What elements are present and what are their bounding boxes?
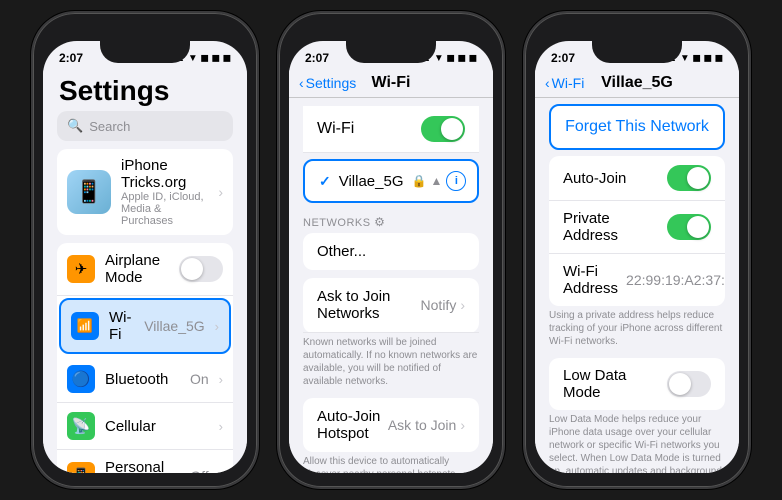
- network-checkmark: ✓: [319, 173, 331, 190]
- lock-icon: 🔒: [412, 174, 427, 188]
- wifi-row[interactable]: 📶 Wi-Fi Villae_5G ›: [59, 298, 231, 354]
- wifi-back-label: Settings: [306, 75, 357, 91]
- low-data-row[interactable]: Low Data Mode: [549, 358, 725, 410]
- detail-nav-title: Villae_5G: [601, 74, 673, 92]
- ask-join-value: Notify: [421, 297, 457, 313]
- auto-join-detail-toggle[interactable]: [667, 165, 711, 191]
- search-bar[interactable]: 🔍 Search: [57, 111, 233, 141]
- apple-id-sub: Apple ID, iCloud, Media & Purchases: [121, 191, 208, 227]
- bluetooth-chevron: ›: [219, 372, 223, 387]
- notch-2: [346, 41, 436, 63]
- low-data-desc: Low Data Mode helps reduce your iPhone d…: [535, 410, 739, 473]
- phone-settings: 2:07 ▲ ▼ ◼ ◼ ◼ Settings 🔍 Search 📱 iPhon…: [31, 11, 259, 489]
- network-name: Villae_5G: [339, 173, 404, 190]
- search-icon: 🔍: [67, 118, 83, 134]
- wifi-nav-title: Wi-Fi: [372, 74, 411, 92]
- cellular-icon: 📡: [67, 412, 95, 440]
- wifi-chevron: ›: [215, 319, 219, 334]
- wifi-screen: ‹ Settings Wi-Fi Wi-Fi ✓ Villae_5G 🔒 ▲: [289, 69, 493, 473]
- phone-wifi: 2:07 ▲ ▼ ◼ ◼ ◼ ‹ Settings Wi-Fi Wi-Fi ✓ …: [277, 11, 505, 489]
- wifi-main-toggle[interactable]: [421, 116, 465, 142]
- airplane-toggle[interactable]: [179, 256, 223, 282]
- wifi-addr-label: Wi-Fi Address: [563, 263, 618, 297]
- search-placeholder: Search: [89, 119, 130, 134]
- hotspot-label: Personal Hotspot: [105, 459, 180, 473]
- hotspot-value: Off: [190, 468, 208, 473]
- ask-join-desc: Known networks will be joined automatica…: [289, 333, 493, 394]
- private-addr-label: Private Address: [563, 210, 659, 244]
- time-1: 2:07: [59, 51, 83, 65]
- wifi-signal-icon: ▲: [430, 174, 442, 188]
- wifi-network-row[interactable]: ✓ Villae_5G 🔒 ▲ i: [303, 159, 479, 203]
- settings-screen: Settings 🔍 Search 📱 iPhone Tricks.org Ap…: [43, 69, 247, 473]
- networks-header: NETWORKS ⚙: [289, 209, 493, 233]
- wifi-label: Wi-Fi: [109, 309, 134, 343]
- cellular-chevron: ›: [219, 419, 223, 434]
- private-addr-row[interactable]: Private Address: [549, 201, 725, 254]
- forget-label: Forget This Network: [565, 118, 709, 135]
- notch-3: [592, 41, 682, 63]
- apple-id-name: iPhone Tricks.org: [121, 157, 208, 191]
- airplane-icon: ✈: [67, 255, 95, 283]
- apple-id-row[interactable]: 📱 iPhone Tricks.org Apple ID, iCloud, Me…: [57, 149, 233, 235]
- auto-join-value: Ask to Join: [388, 417, 456, 433]
- auto-join-desc: Allow this device to automatically disco…: [289, 452, 493, 473]
- wifi-nav-bar: ‹ Settings Wi-Fi: [289, 69, 493, 98]
- wifi-toggle-label: Wi-Fi: [317, 120, 421, 138]
- wifi-back-btn[interactable]: ‹ Settings: [299, 75, 356, 91]
- forget-network-btn[interactable]: Forget This Network: [549, 104, 725, 150]
- private-addr-toggle[interactable]: [667, 214, 711, 240]
- bluetooth-icon: 🔵: [67, 365, 95, 393]
- ask-join-label: Ask to Join Networks: [317, 288, 421, 322]
- settings-title: Settings: [43, 69, 247, 111]
- time-2: 2:07: [305, 51, 329, 65]
- low-data-label: Low Data Mode: [563, 367, 667, 401]
- cellular-row[interactable]: 📡 Cellular ›: [57, 403, 233, 450]
- auto-join-detail-row[interactable]: Auto-Join: [549, 156, 725, 201]
- wifi-addr-value: 22:99:19:A2:37:4E: [626, 272, 725, 288]
- hotspot-icon: 📱: [67, 462, 95, 473]
- airplane-mode-row[interactable]: ✈ Airplane Mode: [57, 243, 233, 296]
- bluetooth-value: On: [190, 371, 209, 387]
- time-3: 2:07: [551, 51, 575, 65]
- apple-id-text: iPhone Tricks.org Apple ID, iCloud, Medi…: [121, 157, 208, 227]
- private-addr-desc: Using a private address helps reduce tra…: [535, 306, 739, 354]
- network-info-btn[interactable]: i: [446, 171, 466, 191]
- wifi-addr-row: Wi-Fi Address 22:99:19:A2:37:4E: [549, 254, 725, 306]
- detail-back-label: Wi-Fi: [552, 75, 585, 91]
- network-icons: 🔒 ▲ i: [412, 171, 467, 191]
- cellular-label: Cellular: [105, 418, 209, 435]
- hotspot-row[interactable]: 📱 Personal Hotspot Off ›: [57, 450, 233, 473]
- detail-screen: ‹ Wi-Fi Villae_5G Forget This Network Au…: [535, 69, 739, 473]
- auto-join-detail-label: Auto-Join: [563, 170, 659, 187]
- other-row[interactable]: Other...: [303, 233, 479, 270]
- ask-join-row[interactable]: Ask to Join Networks Notify ›: [303, 278, 479, 333]
- detail-group-1: Auto-Join Private Address Wi-Fi Address …: [549, 156, 725, 306]
- wifi-toggle-row[interactable]: Wi-Fi: [303, 106, 479, 153]
- bluetooth-label: Bluetooth: [105, 371, 180, 388]
- wifi-value: Villae_5G: [144, 318, 204, 334]
- auto-join-chevron: ›: [460, 417, 465, 433]
- bluetooth-row[interactable]: 🔵 Bluetooth On ›: [57, 356, 233, 403]
- low-data-toggle[interactable]: [667, 371, 711, 397]
- phone-network-detail: 2:07 ▲ ▼ ◼ ◼ ◼ ‹ Wi-Fi Villae_5G Forget …: [523, 11, 751, 489]
- auto-join-label: Auto-Join Hotspot: [317, 408, 388, 442]
- wifi-icon: 📶: [71, 312, 99, 340]
- ask-join-chevron: ›: [460, 297, 465, 313]
- notch: [100, 41, 190, 63]
- airplane-label: Airplane Mode: [105, 252, 169, 286]
- apple-id-chevron: ›: [218, 184, 223, 200]
- detail-back-btn[interactable]: ‹ Wi-Fi: [545, 75, 584, 91]
- hotspot-chevron: ›: [219, 469, 223, 474]
- auto-join-hotspot-row[interactable]: Auto-Join Hotspot Ask to Join ›: [303, 398, 479, 452]
- phones-container: 2:07 ▲ ▼ ◼ ◼ ◼ Settings 🔍 Search 📱 iPhon…: [21, 1, 761, 499]
- other-label: Other...: [317, 243, 366, 260]
- settings-group-1: ✈ Airplane Mode 📶 Wi-Fi Villae_5G › 🔵: [57, 243, 233, 473]
- detail-nav-bar: ‹ Wi-Fi Villae_5G: [535, 69, 739, 98]
- apple-id-icon: 📱: [67, 170, 111, 214]
